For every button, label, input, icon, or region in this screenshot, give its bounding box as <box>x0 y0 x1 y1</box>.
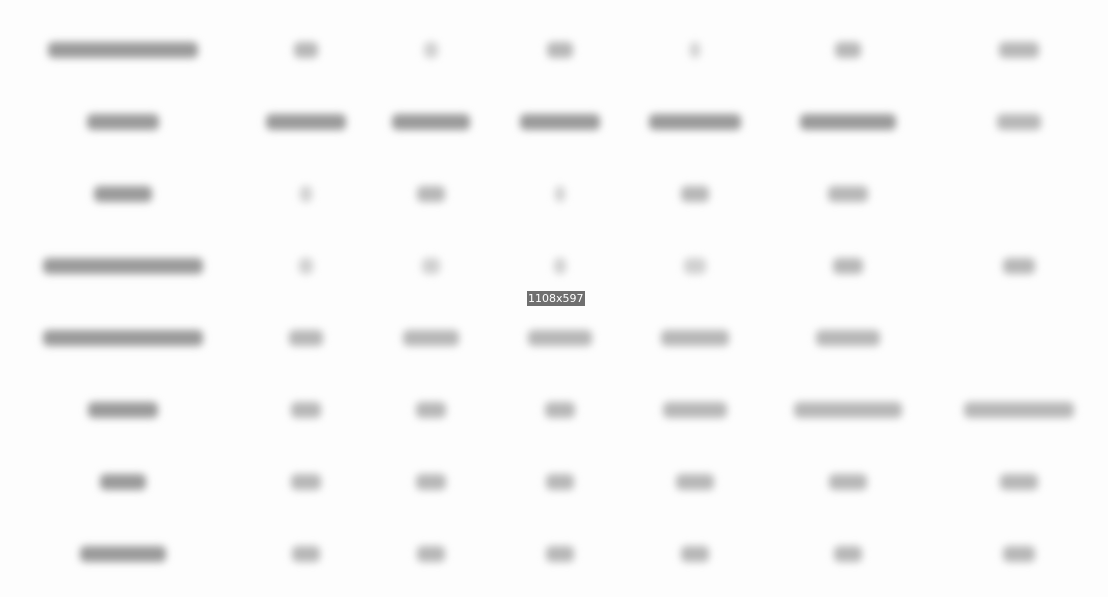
table-cell <box>367 374 495 446</box>
table-cell <box>765 86 930 158</box>
table-cell <box>625 374 765 446</box>
table-cell <box>367 86 495 158</box>
table-cell <box>625 14 765 86</box>
table-cell <box>367 446 495 518</box>
table-cell <box>765 158 930 230</box>
table-cell <box>245 230 367 302</box>
table-cell <box>765 446 930 518</box>
table-cell <box>245 374 367 446</box>
table-cell <box>367 14 495 86</box>
table-cell <box>495 518 625 590</box>
table-cell <box>930 86 1108 158</box>
table-cell <box>625 230 765 302</box>
table-cell <box>930 518 1108 590</box>
table-cell <box>245 446 367 518</box>
table-cell <box>765 14 930 86</box>
table-cell <box>245 302 367 374</box>
table-cell <box>0 302 245 374</box>
table-cell <box>765 302 930 374</box>
table-cell <box>0 230 245 302</box>
table-cell <box>930 14 1108 86</box>
table-cell <box>930 446 1108 518</box>
table-cell <box>930 302 1108 374</box>
table-cell <box>0 374 245 446</box>
table-cell <box>495 86 625 158</box>
table-cell <box>367 302 495 374</box>
table-cell <box>765 518 930 590</box>
table-cell <box>930 158 1108 230</box>
table-cell <box>0 446 245 518</box>
table-cell <box>0 14 245 86</box>
table-cell <box>245 86 367 158</box>
table-cell <box>245 518 367 590</box>
table-cell <box>495 14 625 86</box>
table-cell <box>367 518 495 590</box>
table-cell <box>625 302 765 374</box>
table-cell <box>765 374 930 446</box>
table-cell <box>625 446 765 518</box>
table-cell <box>495 302 625 374</box>
table-cell <box>625 518 765 590</box>
table-cell <box>367 158 495 230</box>
table-cell <box>495 374 625 446</box>
table-cell <box>495 446 625 518</box>
table-cell <box>245 14 367 86</box>
table-cell <box>625 158 765 230</box>
table-cell <box>625 86 765 158</box>
table-cell <box>367 230 495 302</box>
table-cell <box>0 86 245 158</box>
table-cell <box>0 158 245 230</box>
table-cell <box>0 518 245 590</box>
table-cell <box>930 374 1108 446</box>
table-cell <box>930 230 1108 302</box>
table-cell <box>765 230 930 302</box>
table-cell <box>495 158 625 230</box>
table-cell <box>245 158 367 230</box>
dimensions-label: 1108x597 <box>527 291 585 306</box>
